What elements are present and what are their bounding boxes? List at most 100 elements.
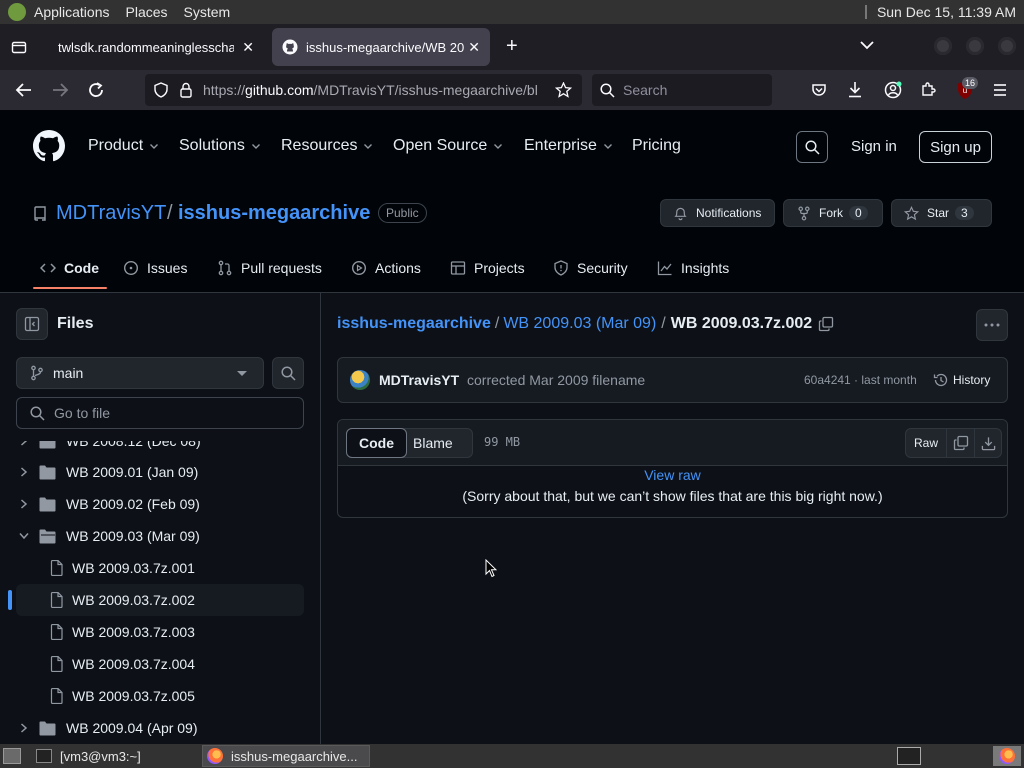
repo-name-link[interactable]: isshus-megaarchive [178,202,370,225]
nav-pricing[interactable]: Pricing [632,137,681,155]
tab-twlsdk[interactable]: twlsdk.randommeaninglesscha ✕ [44,28,264,66]
more-options-button[interactable] [976,309,1008,341]
nav-enterprise[interactable]: Enterprise [524,137,613,155]
commit-author[interactable]: MDTravisYT [379,372,459,388]
copy-path-icon[interactable] [818,316,834,332]
copy-raw-icon[interactable] [947,429,975,457]
tree-file-row[interactable]: WB 2009.03.7z.003 [0,616,320,648]
commit-sha-time[interactable]: 60a4241 · last month [804,373,917,387]
author-avatar[interactable] [350,370,370,390]
history-button[interactable]: History [933,372,990,388]
system-menu[interactable]: System [176,4,239,20]
search-bar[interactable]: Search [592,74,772,106]
breadcrumb-folder-link[interactable]: WB 2009.03 (Mar 09) [503,315,656,333]
clock[interactable]: Sun Dec 15, 11:39 AM [877,4,1016,20]
close-tab-icon[interactable]: ✕ [468,39,480,56]
go-to-file-input[interactable]: Go to file [16,397,304,429]
account-icon[interactable] [884,81,902,99]
tab-actions[interactable]: Actions [351,260,421,276]
applications-menu[interactable]: Applications [26,4,118,20]
repo-header: MDTravisYT / isshus-megaarchive Public N… [0,184,1024,293]
blame-tab-button[interactable]: Blame [413,435,453,451]
places-menu[interactable]: Places [118,4,176,20]
tree-folder-row-expanded[interactable]: WB 2009.03 (Mar 09) [0,520,320,552]
address-bar[interactable]: https://github.com/MDTravisYT/isshus-meg… [145,74,582,106]
raw-button[interactable]: Raw [906,429,947,457]
tree-folder-row[interactable]: WB 2009.02 (Feb 09) [0,488,320,520]
reload-icon[interactable] [87,81,105,99]
taskbar-browser[interactable]: isshus-megaarchive... [202,745,370,767]
tracking-protection-shield-icon[interactable] [153,82,169,98]
nav-label: Pricing [632,137,681,154]
tab-code[interactable]: Code [40,260,99,276]
header-search-button[interactable] [796,131,828,163]
tab-label: Insights [681,260,730,276]
hamburger-menu-icon[interactable] [992,83,1008,97]
tab-projects[interactable]: Projects [450,260,525,276]
tab-github[interactable]: isshus-megaarchive/WB 20 ✕ [272,28,490,66]
nav-solutions[interactable]: Solutions [179,137,261,155]
tab-security[interactable]: Security [553,260,628,276]
sign-up-button[interactable]: Sign up [919,131,992,163]
code-tab-button[interactable]: Code [346,428,407,458]
downloads-icon[interactable] [847,81,863,98]
back-arrow-icon[interactable] [15,82,33,98]
branch-name: main [53,365,84,381]
repo-owner-link[interactable]: MDTravisYT [56,202,166,225]
download-icon[interactable] [975,436,1001,451]
collapse-sidebar-button[interactable] [16,308,48,340]
workspace-switcher-icon[interactable] [897,747,921,765]
nav-resources[interactable]: Resources [281,137,373,155]
taskbar-terminal[interactable]: [vm3@vm3:~] [36,746,196,766]
play-icon [351,260,367,276]
tab-title: twlsdk.randommeaninglesscha [58,39,234,55]
tree-folder-row[interactable]: WB 2009.04 (Apr 09) [0,712,320,744]
file-too-big-message: (Sorry about that, but we can’t show fil… [462,488,883,504]
minimize-window-icon[interactable] [934,37,952,55]
tree-file-row[interactable]: WB 2009.03.7z.005 [0,680,320,712]
nav-open-source[interactable]: Open Source [393,137,503,155]
forward-arrow-icon[interactable] [51,82,69,98]
close-window-icon[interactable] [998,37,1016,55]
tree-folder-row[interactable]: WB 2008.12 (Dec 08) [0,441,320,457]
file-icon [50,592,63,608]
pocket-icon[interactable] [811,82,827,98]
maximize-window-icon[interactable] [966,37,984,55]
notifications-button[interactable]: Notifications [660,199,775,227]
tab-overview-icon[interactable] [11,39,27,55]
tab-pull-requests[interactable]: Pull requests [217,260,322,276]
github-logo-icon[interactable] [33,130,65,162]
file-search-button[interactable] [272,357,304,389]
extensions-puzzle-icon[interactable] [920,81,937,98]
os-taskbar: [vm3@vm3:~] isshus-megaarchive... [0,744,1024,768]
sign-in-link[interactable]: Sign in [851,138,897,155]
bookmark-star-icon[interactable] [555,82,572,98]
tree-file-row-selected[interactable]: WB 2009.03.7z.002 [8,584,304,616]
list-all-tabs-chevron-icon[interactable] [860,40,874,50]
commit-message[interactable]: corrected Mar 2009 filename [467,372,645,388]
tree-label: WB 2009.02 (Feb 09) [66,496,200,512]
git-branch-icon [31,365,43,381]
tab-insights[interactable]: Insights [657,260,729,276]
new-tab-icon[interactable]: + [506,36,518,56]
tray-firefox-icon[interactable] [993,746,1021,766]
nav-product[interactable]: Product [88,137,159,155]
lock-icon[interactable] [179,82,193,98]
tree-file-row[interactable]: WB 2009.03.7z.001 [0,552,320,584]
os-top-panel: Applications Places System Sun Dec 15, 1… [0,0,1024,24]
tree-label: WB 2009.03.7z.001 [72,560,195,576]
distro-logo-icon[interactable] [8,3,26,21]
branch-selector[interactable]: main [16,357,264,389]
fork-button[interactable]: Fork 0 [783,199,883,227]
tab-issues[interactable]: Issues [123,260,187,276]
tree-folder-row[interactable]: WB 2009.01 (Jan 09) [0,456,320,488]
history-label: History [953,373,991,387]
view-raw-link[interactable]: View raw [338,467,1007,483]
tab-label: Actions [375,260,421,276]
star-button[interactable]: Star 3 [891,199,992,227]
close-tab-icon[interactable]: ✕ [242,39,254,56]
show-desktop-icon[interactable] [3,748,21,764]
tree-file-row[interactable]: WB 2009.03.7z.004 [0,648,320,680]
browser-tab-bar: twlsdk.randommeaninglesscha ✕ isshus-meg… [0,24,1024,70]
breadcrumb-repo-link[interactable]: isshus-megaarchive [337,315,491,333]
